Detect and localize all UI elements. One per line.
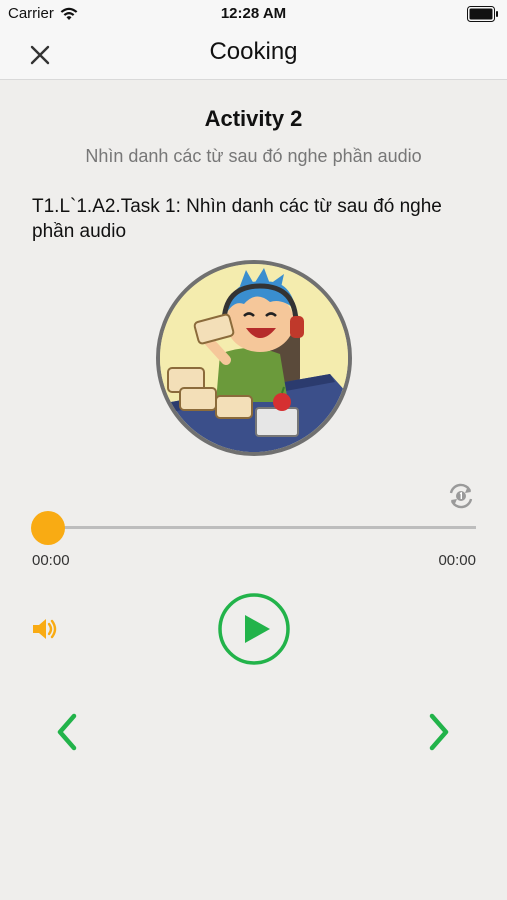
activity-title: Activity 2 (204, 106, 303, 131)
repeat-icon[interactable] (444, 481, 478, 511)
page-title: Cooking (209, 38, 298, 65)
audio-progress-thumb[interactable] (31, 511, 65, 545)
audio-progress-track[interactable] (48, 526, 476, 529)
task-description: T1.L`1.A2.Task 1: Nhìn danh các từ sau đ… (32, 196, 442, 242)
nav-bar: Cooking (0, 28, 507, 80)
activity-subtitle: Nhìn danh các từ sau đó nghe phần audio (85, 146, 422, 166)
chevron-left-icon[interactable] (50, 710, 82, 754)
volume-icon[interactable] (30, 614, 60, 644)
status-time: 12:28 AM (220, 5, 287, 22)
status-bar: Carrier 12:28 AM (0, 0, 507, 28)
battery-icon (467, 6, 498, 22)
total-time: 00:00 (438, 552, 476, 569)
chevron-right-icon[interactable] (424, 710, 456, 754)
play-button[interactable] (217, 592, 291, 666)
activity-illustration (156, 260, 352, 456)
cartoon-boy-illustration (160, 264, 348, 452)
play-icon (245, 615, 270, 643)
current-time: 00:00 (32, 552, 70, 569)
